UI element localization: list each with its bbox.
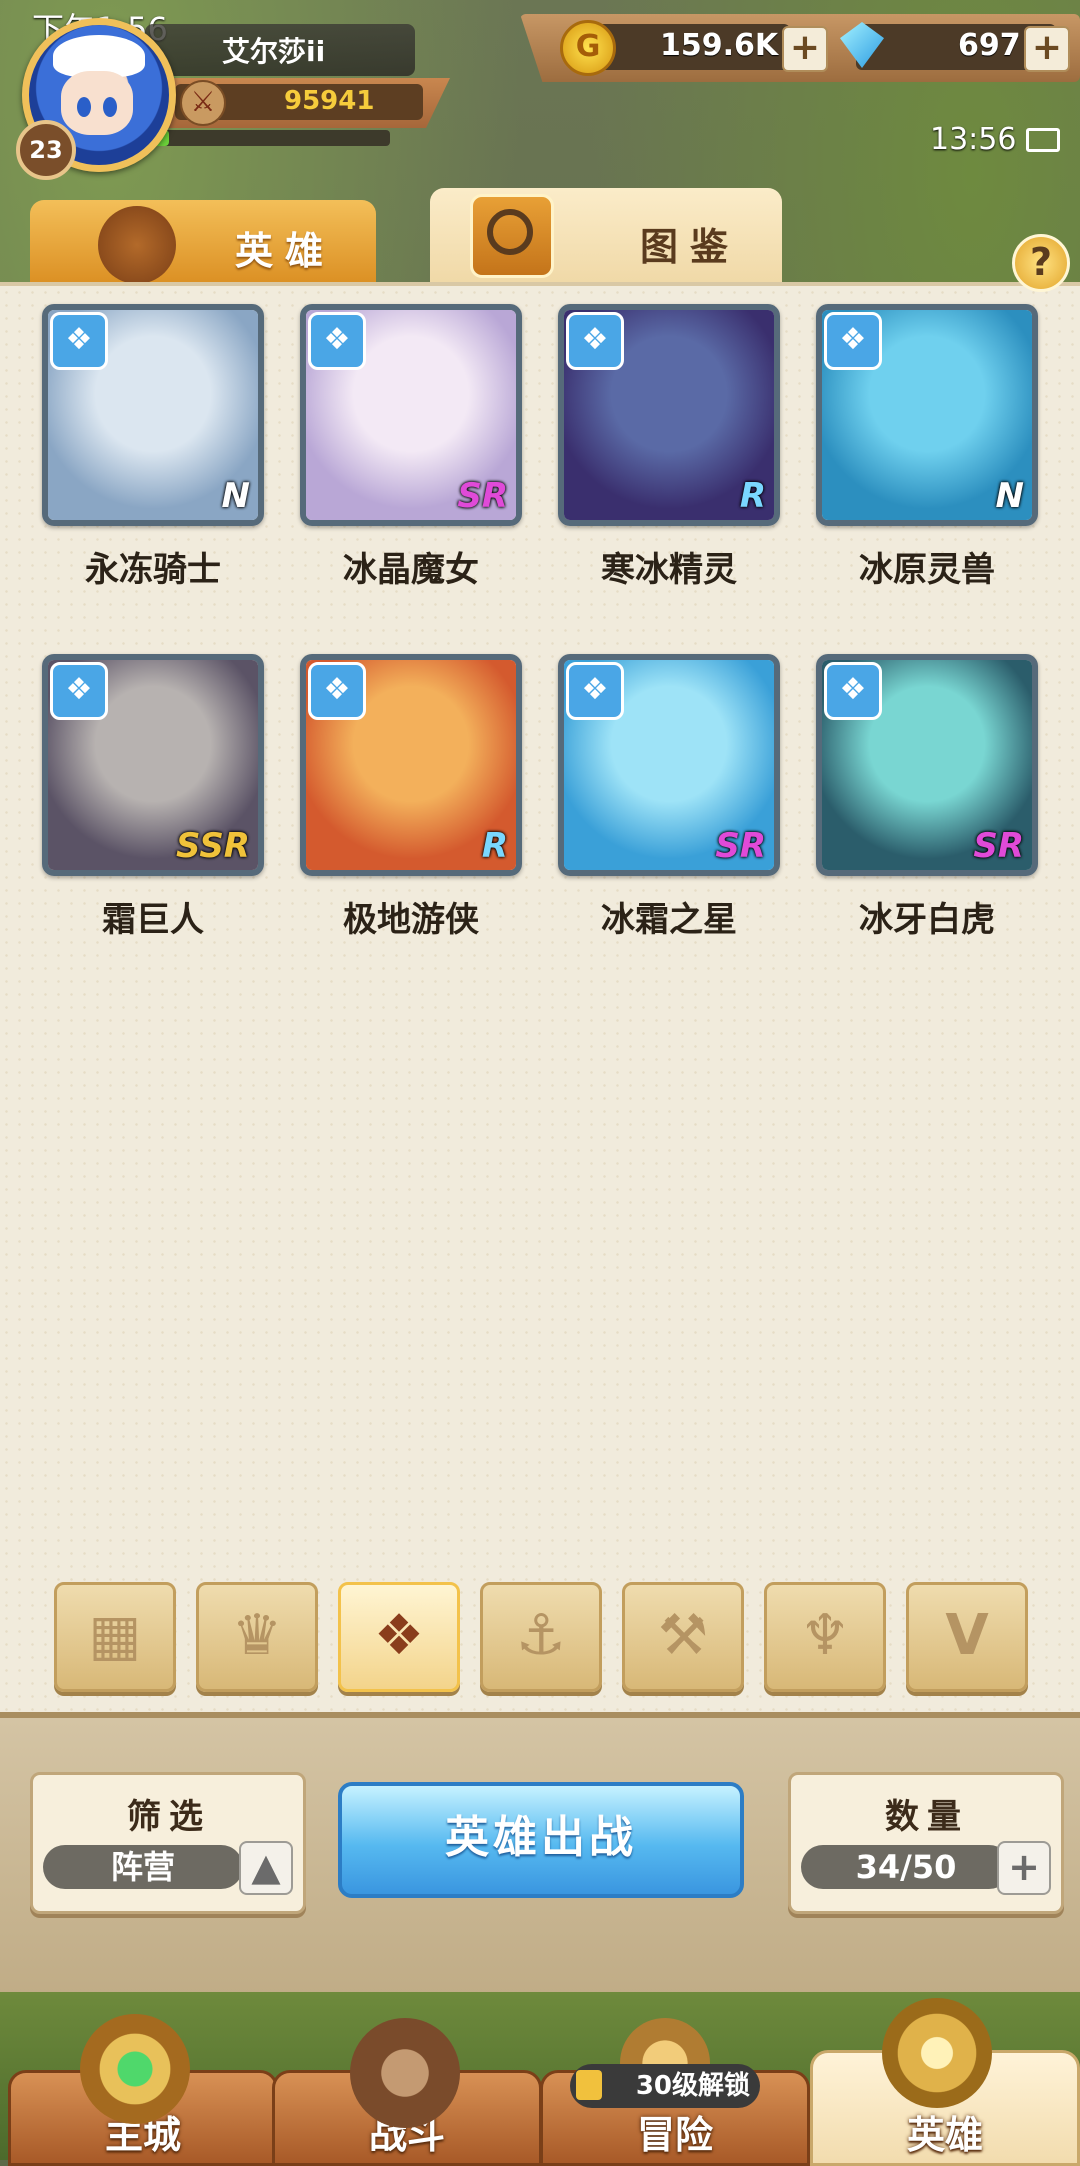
all-filter[interactable]: ▦ [54,1582,176,1692]
nav-adventure-label: 冒险 [636,2113,713,2157]
filter-expand-button[interactable]: ▲ [239,1841,293,1895]
faction-icon: ⚓ [515,1603,567,1668]
ice-faction-filter[interactable]: ❖ [338,1582,460,1692]
filter-title: 筛选 [127,1797,211,1837]
exp-bar [150,130,390,146]
ice-faction-icon: ❖ [308,662,366,720]
beast-faction-filter[interactable]: ⚒ [622,1582,744,1692]
chevron-up-icon: ▲ [251,1845,281,1889]
hero-card[interactable]: ❖ R [558,304,780,526]
faction-icon: ♆ [799,1603,851,1668]
tab-heroes-label: 英雄 [235,229,336,273]
faction-icon: ▦ [88,1603,142,1668]
nav-heroes-label: 英雄 [906,2113,983,2157]
hero-name: 寒冰精灵 [601,550,737,590]
tab-codex[interactable]: 图鉴 [430,188,782,292]
gold-amount: 159.6K [660,28,779,63]
faction-1-filter[interactable]: ♛ [196,1582,318,1692]
magnifier-icon [470,194,554,278]
hero-name: 永冻骑士 [85,550,221,590]
swords-icon: ⚔ [180,80,226,126]
golden-helmet-icon [882,1998,992,2108]
rarity-badge: SSR [176,826,250,866]
game-clock: 13:56 [930,122,1017,157]
heroes-deploy-button[interactable]: 英雄出战 [338,1782,744,1898]
ice-faction-icon: ❖ [824,312,882,370]
sea-faction-filter[interactable]: ⚓ [480,1582,602,1692]
player-level-badge: 23 [16,120,76,180]
faction-icon: ❖ [373,1603,425,1668]
faction-icon: V [945,1603,989,1668]
hero-card[interactable]: ❖ SR [816,654,1038,876]
player-name: 艾尔莎ii [222,35,326,68]
hero-card[interactable]: ❖ N [816,304,1038,526]
gold-coin-icon: G [560,20,616,76]
ice-faction-icon: ❖ [824,662,882,720]
ice-faction-icon: ❖ [50,662,108,720]
dark-faction-filter[interactable]: ♆ [764,1582,886,1692]
hero-card[interactable]: ❖ SR [300,304,522,526]
add-gems-button[interactable]: + [1024,26,1070,72]
faction-icon: ♛ [231,1603,283,1668]
ice-faction-icon: ❖ [566,662,624,720]
faction-icon: ⚒ [657,1603,709,1668]
helmet-icon [98,206,176,284]
rarity-badge: R [739,476,766,516]
hero-card[interactable]: ❖ SSR [42,654,264,876]
hero-name: 极地游侠 [343,900,479,940]
crossed-swords-icon [350,2018,460,2128]
rarity-badge: SR [457,476,508,516]
tab-heroes[interactable]: 英雄 [30,200,376,292]
filter-value[interactable]: 阵营 [43,1845,243,1889]
rarity-badge: R [481,826,508,866]
demon-faction-filter[interactable]: V [906,1582,1028,1692]
rarity-badge: N [995,476,1024,516]
help-button[interactable]: ? [1012,234,1070,292]
count-title: 数量 [885,1797,969,1837]
hero-name: 霜巨人 [102,900,204,940]
lock-icon [576,2070,602,2100]
ice-faction-icon: ❖ [566,312,624,370]
tab-codex-label: 图鉴 [640,225,741,269]
rarity-badge: N [221,476,250,516]
hero-card[interactable]: ❖ R [300,654,522,876]
castle-icon [80,2014,190,2124]
hero-name: 冰原灵兽 [859,550,995,590]
rarity-badge: SR [973,826,1024,866]
combat-power: 95941 [284,86,375,116]
hero-name: 冰霜之星 [601,900,737,940]
battery-icon [1026,128,1060,152]
gem-amount: 697 [958,28,1021,63]
hero-count: 34/50 [801,1845,1011,1889]
rarity-badge: SR [715,826,766,866]
add-gold-button[interactable]: + [782,26,828,72]
ice-faction-icon: ❖ [50,312,108,370]
expand-capacity-button[interactable]: + [997,1841,1051,1895]
hero-card[interactable]: ❖ SR [558,654,780,876]
hero-name: 冰牙白虎 [859,900,995,940]
count-box: 数量 34/50 + [788,1772,1064,1914]
hero-card[interactable]: ❖ N [42,304,264,526]
filter-box: 筛选 阵营 ▲ [30,1772,306,1914]
hero-name: 冰晶魔女 [343,550,479,590]
ice-faction-icon: ❖ [308,312,366,370]
